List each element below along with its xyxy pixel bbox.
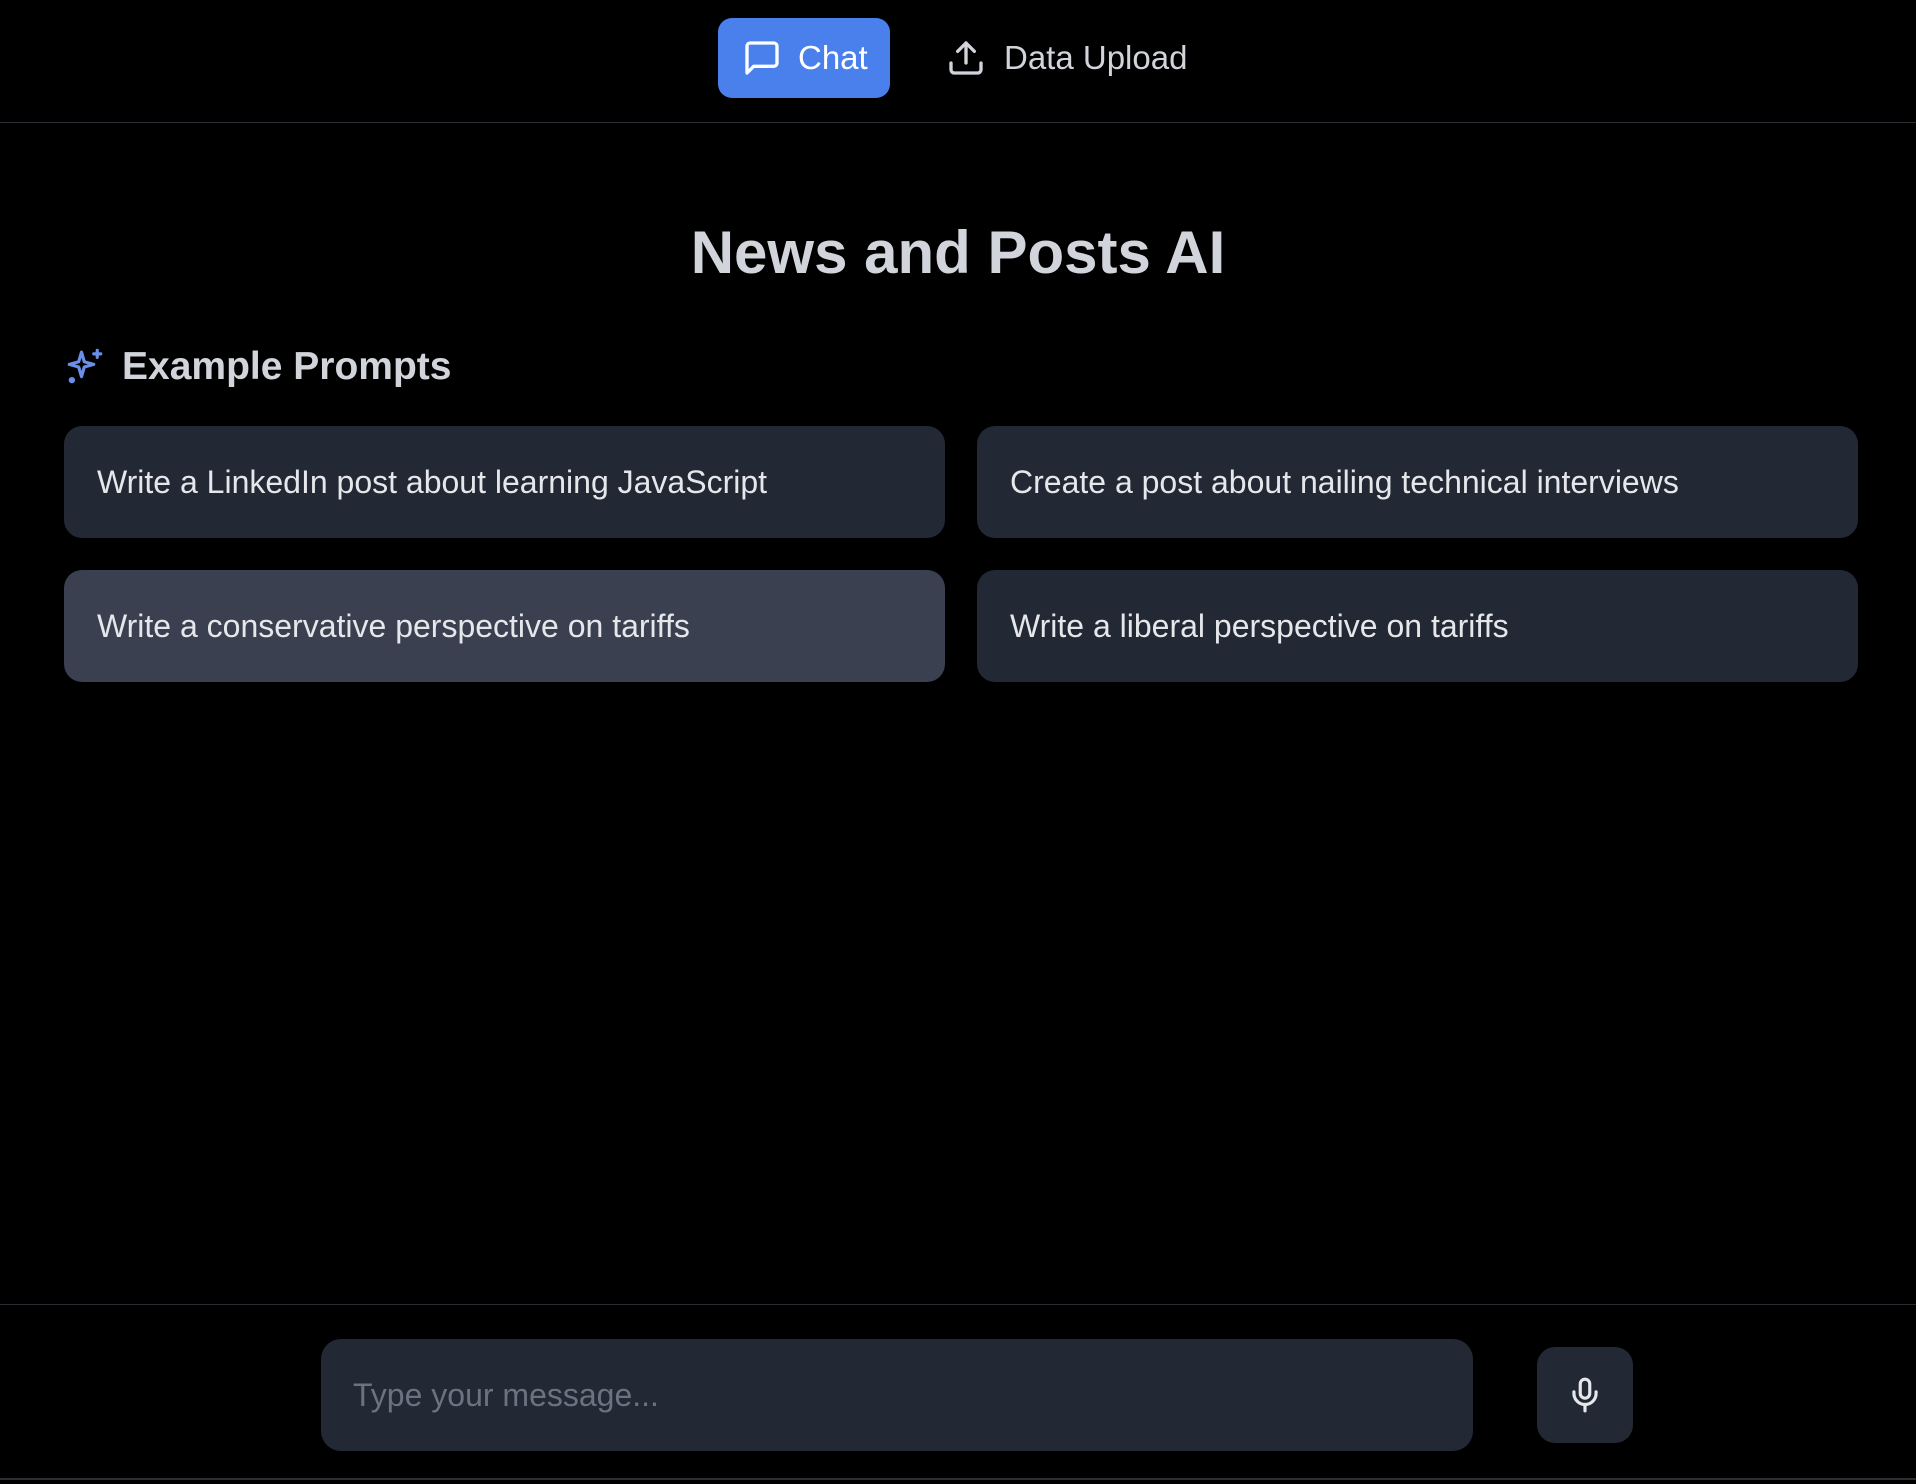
message-composer [0,1304,1916,1484]
prompt-card-label: Write a LinkedIn post about learning Jav… [97,463,768,500]
tab-chat-label: Chat [798,39,868,76]
prompt-card[interactable]: Write a conservative perspective on tari… [64,570,945,682]
microphone-button[interactable] [1537,1347,1633,1443]
tab-data-upload[interactable]: Data Upload [944,18,1204,98]
message-square-icon [745,41,779,75]
page-title: News and Posts AI [690,219,1226,286]
prompt-card[interactable]: Create a post about nailing technical in… [977,426,1858,538]
prompt-card-label: Write a liberal perspective on tariffs [1010,607,1509,644]
example-prompts-header: Example Prompts [64,340,451,394]
prompt-card-label: Create a post about nailing technical in… [1010,463,1679,500]
tab-data-upload-label: Data Upload [1004,39,1188,76]
tab-chat[interactable]: Chat [718,18,890,98]
microphone-icon [1572,1377,1598,1413]
prompt-card[interactable]: Write a LinkedIn post about learning Jav… [64,426,945,538]
upload-icon [949,41,983,75]
example-prompts-title: Example Prompts [122,345,452,388]
app-root: Chat Data Upload News and Posts AI Examp… [0,0,1916,1484]
sparkles-icon [67,348,103,384]
prompt-card-label: Write a conservative perspective on tari… [97,607,690,644]
message-input[interactable] [321,1339,1473,1451]
top-navigation: Chat Data Upload [0,0,1916,123]
bottom-divider [0,1478,1916,1480]
prompt-card[interactable]: Write a liberal perspective on tariffs [977,570,1858,682]
